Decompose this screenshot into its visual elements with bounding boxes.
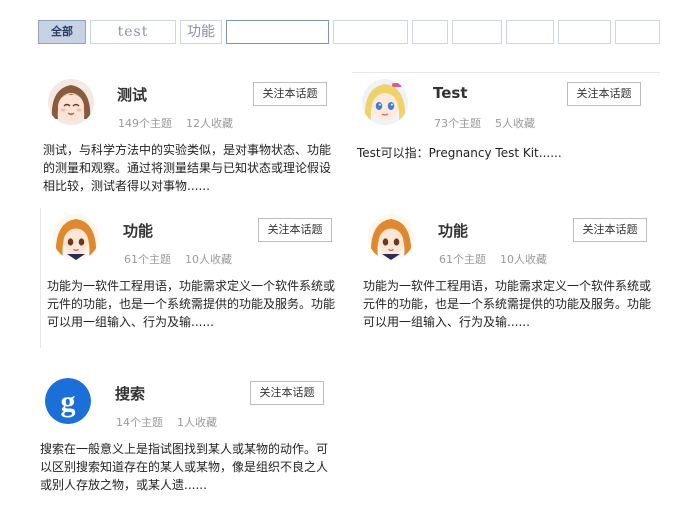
topic-description: 测试，与科学方法中的实验类似，是对事物状态、功能的测量和观察。通过将测量结果与已… [43, 143, 332, 193]
favorite-count: 1人收藏 [177, 416, 217, 429]
topic-count: 14个主题 [116, 416, 163, 429]
topic-description: 功能为一软件工程用语，功能需求定义一个软件系统或元件的功能，也是一个系统需提供的… [47, 279, 336, 329]
anime-girl-orange-hair-icon[interactable] [53, 214, 99, 260]
tab-function[interactable]: 功能 [180, 20, 222, 44]
anime-girl-orange-hair-icon[interactable] [368, 214, 414, 260]
topic-description: 搜索在一般意义上是指试图找到某人或某物的动作。可以区别搜索知道存在的某人或某物，… [40, 442, 329, 492]
topic-description: 功能为一软件工程用语，功能需求定义一个软件系统或元件的功能，也是一个系统需提供的… [363, 279, 652, 329]
topic-title[interactable]: 搜索 [115, 383, 145, 404]
follow-topic-button[interactable]: 关注本话题 [573, 218, 647, 242]
topic-title[interactable]: 功能 [123, 220, 153, 241]
topic-stats: 149个主题 12人收藏 [118, 115, 233, 131]
topic-count: 61个主题 [124, 253, 171, 266]
divider [352, 72, 660, 73]
tab-input-field[interactable] [226, 20, 329, 44]
follow-topic-button[interactable]: 关注本话题 [253, 82, 327, 106]
topic-title[interactable]: 功能 [438, 220, 468, 241]
tab-empty-3[interactable] [452, 20, 502, 44]
topic-title[interactable]: 测试 [117, 84, 147, 105]
topic-count: 61个主题 [439, 253, 486, 266]
topic-count: 73个主题 [434, 117, 481, 130]
tab-empty-4[interactable] [506, 20, 554, 44]
topic-count: 149个主题 [118, 117, 172, 130]
topic-tab-bar: 全部 test 功能 [0, 0, 700, 50]
favorite-count: 12人收藏 [186, 117, 233, 130]
topic-description: Test可以指：Pregnancy Test Kit...... [357, 146, 562, 160]
anime-girl-brown-hair-icon[interactable] [48, 79, 94, 125]
tab-empty-2[interactable] [412, 20, 448, 44]
google-g-logo-icon[interactable]: g [45, 378, 91, 424]
topic-stats: 73个主题 5人收藏 [434, 115, 535, 131]
follow-topic-button[interactable]: 关注本话题 [250, 381, 324, 405]
tab-empty-1[interactable] [333, 20, 408, 44]
favorite-count: 5人收藏 [495, 117, 535, 130]
svg-text:g: g [61, 385, 76, 418]
favorite-count: 10人收藏 [185, 253, 232, 266]
topic-stats: 61个主题 10人收藏 [439, 251, 547, 267]
topic-title[interactable]: Test [433, 84, 468, 102]
tab-empty-5[interactable] [558, 20, 611, 44]
favorite-count: 10人收藏 [500, 253, 547, 266]
follow-topic-button[interactable]: 关注本话题 [567, 82, 641, 106]
tab-empty-6[interactable] [615, 20, 660, 44]
follow-topic-button[interactable]: 关注本话题 [258, 218, 332, 242]
tab-all[interactable]: 全部 [38, 20, 86, 44]
anime-girl-blonde-hair-icon[interactable] [362, 79, 408, 125]
divider [40, 208, 41, 348]
topic-stats: 14个主题 1人收藏 [116, 414, 217, 430]
topic-stats: 61个主题 10人收藏 [124, 251, 232, 267]
tab-test[interactable]: test [90, 20, 176, 44]
